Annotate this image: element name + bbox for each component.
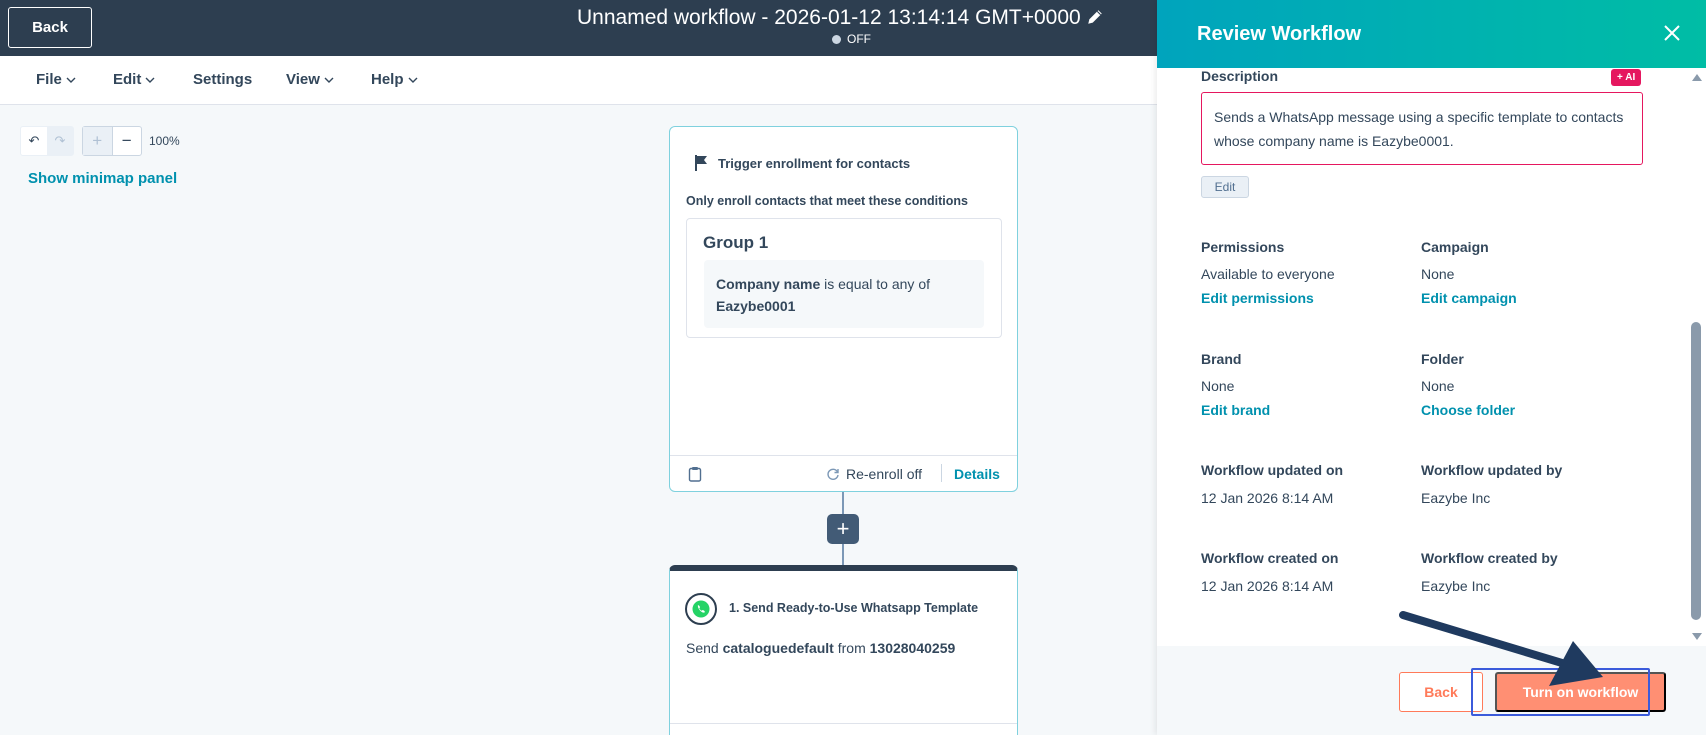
refresh-icon <box>827 468 839 480</box>
edit-campaign-link[interactable]: Edit campaign <box>1421 290 1517 306</box>
zoom-controls: + − <box>82 126 142 156</box>
condition-filter: Company name is equal to any of Eazybe00… <box>704 260 984 328</box>
permissions-value: Available to everyone <box>1201 266 1335 282</box>
clipboard-icon[interactable] <box>688 466 702 482</box>
redo-icon[interactable]: ↷ <box>47 127 73 155</box>
menu-settings[interactable]: Settings <box>193 71 252 88</box>
trigger-card[interactable]: Trigger enrollment for contacts Only enr… <box>669 126 1018 492</box>
reenroll-status[interactable]: Re-enroll off <box>826 466 922 482</box>
status-dot-icon <box>832 34 841 44</box>
campaign-label: Campaign <box>1421 239 1489 255</box>
show-minimap-link[interactable]: Show minimap panel <box>28 170 177 187</box>
whatsapp-icon <box>685 593 717 625</box>
menu-file[interactable]: File <box>36 71 76 88</box>
updated-by-value: Eazybe Inc <box>1421 490 1491 506</box>
header-back-button[interactable]: Back <box>8 7 92 48</box>
chevron-down-icon <box>324 77 334 83</box>
undo-redo-group: ↶ ↷ <box>20 126 74 156</box>
campaign-value: None <box>1421 266 1455 282</box>
edit-description-button[interactable]: Edit <box>1201 176 1249 198</box>
folder-value: None <box>1421 378 1455 394</box>
annotation-highlight-box <box>1471 668 1650 716</box>
panel-header: Review Workflow <box>1157 0 1706 68</box>
panel-title: Review Workflow <box>1197 23 1362 45</box>
action-card[interactable]: 1. Send Ready-to-Use Whatsapp Template S… <box>669 565 1018 735</box>
condition-group[interactable]: Group 1 Company name is equal to any of … <box>686 218 1002 338</box>
close-icon[interactable] <box>1663 24 1681 42</box>
brand-label: Brand <box>1201 351 1242 367</box>
edit-permissions-link[interactable]: Edit permissions <box>1201 290 1314 306</box>
description-text: Sends a WhatsApp message using a specifi… <box>1201 92 1643 165</box>
created-on-value: 12 Jan 2026 8:14 AM <box>1201 578 1334 594</box>
trigger-title: Trigger enrollment for contacts <box>718 155 911 171</box>
undo-icon[interactable]: ↶ <box>21 127 47 155</box>
menu-view[interactable]: View <box>286 71 334 88</box>
edit-brand-link[interactable]: Edit brand <box>1201 402 1270 418</box>
review-workflow-panel: Review Workflow Description + AI Sends a… <box>1157 0 1706 735</box>
details-link[interactable]: Details <box>954 466 1000 482</box>
choose-folder-link[interactable]: Choose folder <box>1421 402 1515 418</box>
template-name: cataloguedefault <box>722 640 834 656</box>
connector-line <box>842 544 844 565</box>
brand-value: None <box>1201 378 1235 394</box>
created-by-label: Workflow created by <box>1421 550 1558 566</box>
footer-divider <box>941 464 942 482</box>
ai-badge[interactable]: + AI <box>1611 69 1642 86</box>
workflow-status: OFF <box>832 32 871 46</box>
permissions-label: Permissions <box>1201 239 1285 255</box>
zoom-in-icon[interactable]: + <box>83 127 113 155</box>
condition-operator: is equal to any of <box>824 276 930 292</box>
created-by-value: Eazybe Inc <box>1421 578 1491 594</box>
action-title: 1. Send Ready-to-Use Whatsapp Template <box>729 601 979 615</box>
trigger-header: Trigger enrollment for contacts <box>694 154 910 172</box>
scroll-down-icon[interactable] <box>1692 633 1702 640</box>
chevron-down-icon <box>66 77 76 83</box>
menu-edit[interactable]: Edit <box>113 71 155 88</box>
zoom-level: 100% <box>149 134 180 148</box>
phone-number: 13028040259 <box>869 640 956 656</box>
zoom-out-icon[interactable]: − <box>113 127 142 155</box>
workflow-title[interactable]: Unnamed workflow - 2026-01-12 13:14:14 G… <box>577 6 1081 30</box>
condition-value: Eazybe0001 <box>716 298 796 314</box>
chevron-down-icon <box>408 77 418 83</box>
action-footer <box>670 723 1017 735</box>
scrollbar-thumb[interactable] <box>1691 322 1701 620</box>
menu-bar: File Edit Settings View Help <box>0 56 1157 105</box>
flag-icon <box>695 155 707 171</box>
trigger-footer: Re-enroll off Details <box>670 455 1017 491</box>
connector-line <box>842 492 844 514</box>
pencil-icon[interactable] <box>1086 8 1104 26</box>
status-label: OFF <box>847 32 871 46</box>
conditions-title: Only enroll contacts that meet these con… <box>686 194 968 208</box>
folder-label: Folder <box>1421 351 1464 367</box>
updated-on-label: Workflow updated on <box>1201 462 1344 478</box>
chevron-down-icon <box>145 77 155 83</box>
reenroll-label: Re-enroll off <box>846 466 923 482</box>
updated-on-value: 12 Jan 2026 8:14 AM <box>1201 490 1334 506</box>
updated-by-label: Workflow updated by <box>1421 462 1563 478</box>
condition-property: Company name <box>716 276 821 292</box>
group-title: Group 1 <box>703 233 769 252</box>
description-label: Description <box>1201 68 1279 84</box>
created-on-label: Workflow created on <box>1201 550 1339 566</box>
add-action-button[interactable]: + <box>827 514 859 544</box>
scroll-up-icon[interactable] <box>1692 74 1702 81</box>
action-summary: Send cataloguedefault from 13028040259 <box>686 640 956 656</box>
menu-help[interactable]: Help <box>371 71 418 88</box>
